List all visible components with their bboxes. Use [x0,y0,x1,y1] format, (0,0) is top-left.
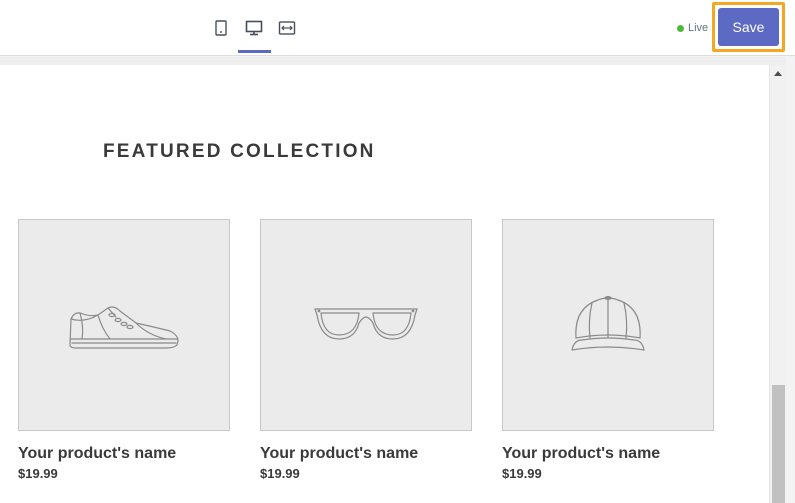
theme-preview: FEATURED COLLECTION Your product's name … [0,65,769,503]
product-name[interactable]: Your product's name [502,445,714,463]
product-price: $19.99 [260,466,300,481]
sunglasses-icon [314,308,418,340]
mobile-icon [215,20,227,36]
product-image[interactable] [502,219,714,431]
live-status: Live [677,20,708,36]
product-name[interactable]: Your product's name [260,445,472,463]
cap-icon [571,295,645,351]
save-button-highlight: Save [712,2,785,52]
preview-scrollbar[interactable] [769,65,786,503]
product-card[interactable]: Your product's name $19.99 [502,219,714,481]
desktop-view-button[interactable] [242,16,266,40]
product-image[interactable] [260,219,472,431]
desktop-icon [245,20,263,36]
product-name[interactable]: Your product's name [18,445,230,463]
scroll-up-arrow-icon[interactable] [774,71,782,76]
section-title: FEATURED COLLECTION [103,141,376,162]
product-price: $19.99 [502,466,542,481]
scroll-thumb[interactable] [772,385,785,503]
product-price: $19.99 [18,466,58,481]
sneaker-icon [69,306,179,349]
mobile-view-button[interactable] [209,16,233,40]
active-device-indicator [238,50,271,53]
full-width-icon [278,21,296,35]
right-gutter [786,57,795,503]
live-dot-icon [677,24,684,32]
full-width-view-button[interactable] [275,16,299,40]
preview-frame-top [0,57,795,65]
live-status-label: Live [688,22,709,34]
save-button[interactable]: Save [718,8,779,46]
product-card[interactable]: Your product's name $19.99 [18,219,230,481]
product-image[interactable] [18,219,230,431]
editor-toolbar: Live Save [0,0,795,56]
product-card[interactable]: Your product's name $19.99 [260,219,472,481]
